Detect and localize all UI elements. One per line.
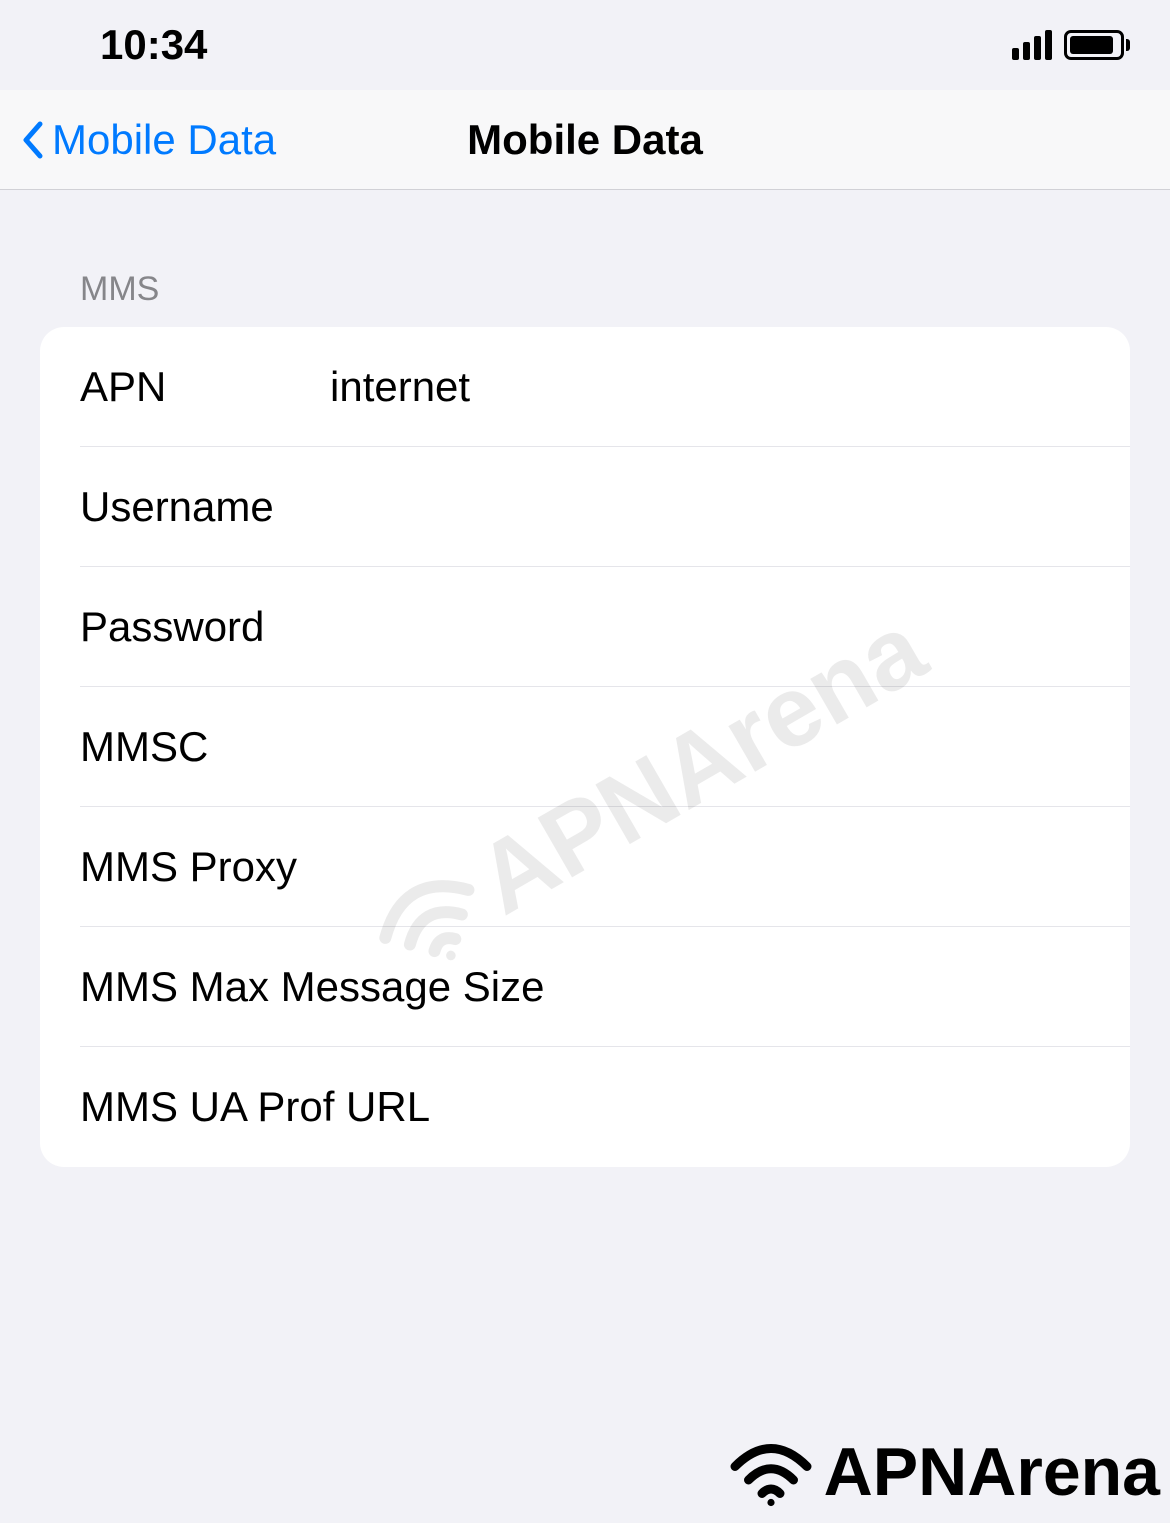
- navigation-bar: Mobile Data Mobile Data: [0, 90, 1170, 190]
- mms-proxy-label: MMS Proxy: [80, 843, 320, 891]
- page-title: Mobile Data: [467, 116, 703, 164]
- password-row[interactable]: Password: [80, 567, 1130, 687]
- mms-ua-prof-input[interactable]: [430, 1083, 1090, 1131]
- battery-icon: [1064, 30, 1130, 60]
- chevron-left-icon: [20, 120, 44, 160]
- content-area: MMS APN Username Password MMSC MMS Proxy…: [0, 190, 1170, 1167]
- mms-max-size-input[interactable]: [544, 963, 1095, 1011]
- password-input[interactable]: [320, 603, 1090, 651]
- cellular-signal-icon: [1012, 30, 1052, 60]
- section-header-mms: MMS: [40, 270, 1130, 309]
- status-time: 10:34: [100, 21, 207, 69]
- status-bar: 10:34: [0, 0, 1170, 90]
- footer-text: APNArena: [824, 1433, 1160, 1511]
- back-label: Mobile Data: [52, 116, 276, 164]
- mms-proxy-row[interactable]: MMS Proxy: [80, 807, 1130, 927]
- username-label: Username: [80, 483, 320, 531]
- footer-logo: APNArena: [726, 1433, 1160, 1511]
- apn-input[interactable]: [320, 363, 1090, 411]
- mmsc-row[interactable]: MMSC: [80, 687, 1130, 807]
- mms-proxy-input[interactable]: [320, 843, 1090, 891]
- mmsc-label: MMSC: [80, 723, 320, 771]
- mms-ua-prof-row[interactable]: MMS UA Prof URL: [80, 1047, 1130, 1167]
- mms-ua-prof-label: MMS UA Prof URL: [80, 1083, 430, 1131]
- apn-label: APN: [80, 363, 320, 411]
- apn-row[interactable]: APN: [80, 327, 1130, 447]
- password-label: Password: [80, 603, 320, 651]
- mms-settings-group: APN Username Password MMSC MMS Proxy MMS…: [40, 327, 1130, 1167]
- wifi-icon: [726, 1435, 816, 1510]
- mms-max-size-row[interactable]: MMS Max Message Size: [80, 927, 1130, 1047]
- mmsc-input[interactable]: [320, 723, 1090, 771]
- username-row[interactable]: Username: [80, 447, 1130, 567]
- mms-max-size-label: MMS Max Message Size: [80, 963, 544, 1011]
- username-input[interactable]: [320, 483, 1090, 531]
- status-indicators: [1012, 30, 1130, 60]
- back-button[interactable]: Mobile Data: [0, 116, 276, 164]
